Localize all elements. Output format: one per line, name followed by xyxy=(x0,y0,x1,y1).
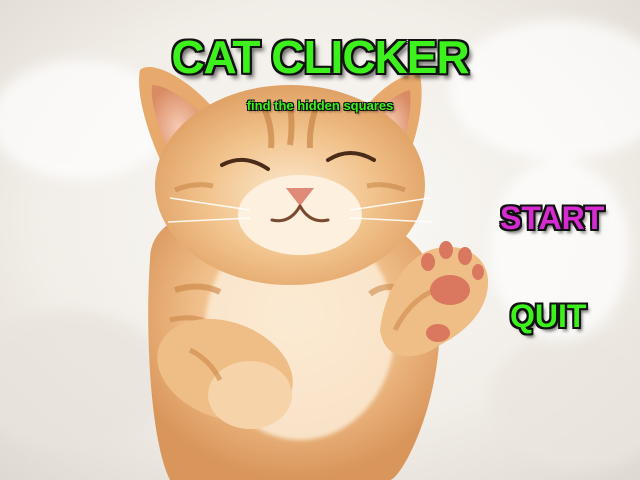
quit-button[interactable]: QUIT xyxy=(510,298,586,335)
game-subtitle: find the hidden squares xyxy=(246,98,394,113)
game-title-text: CAT CLICKER xyxy=(171,31,469,83)
start-button[interactable]: START xyxy=(500,200,604,237)
game-title: CAT CLICKER xyxy=(0,30,640,84)
title-screen: CAT CLICKER find the hidden squares STAR… xyxy=(0,0,640,480)
